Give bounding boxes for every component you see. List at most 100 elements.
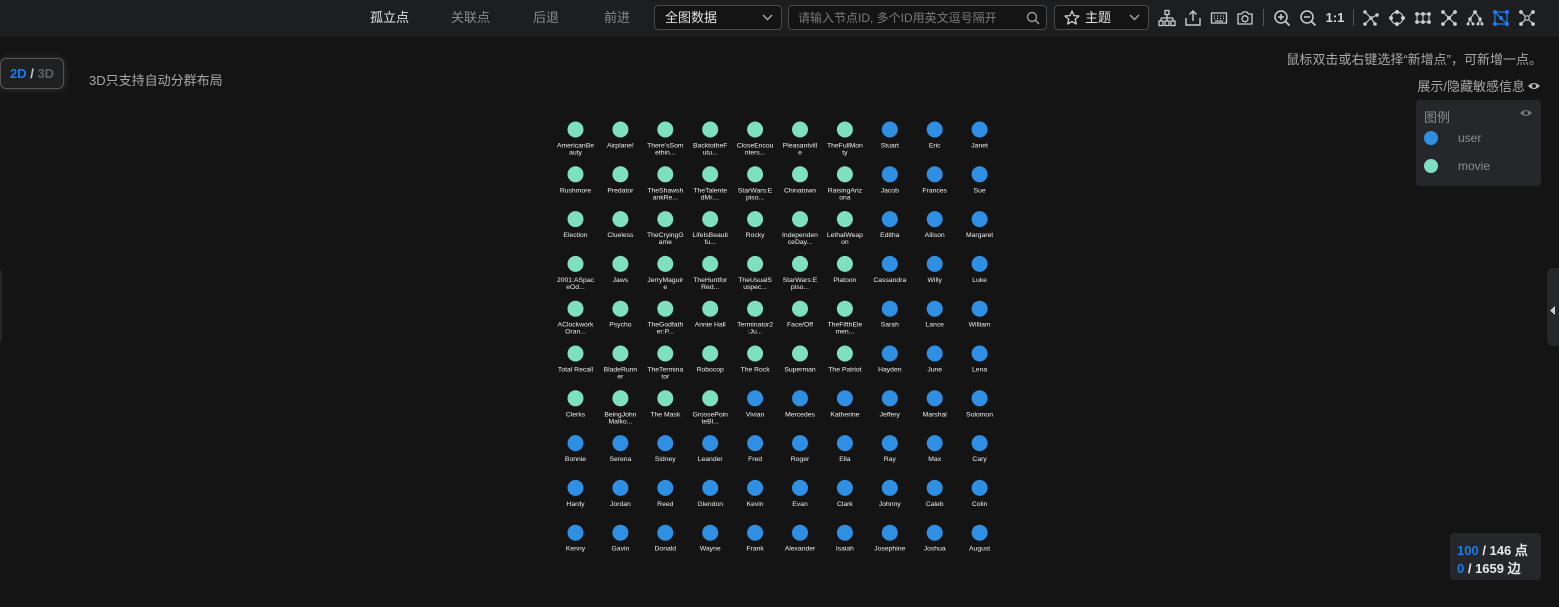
graph-node-user[interactable]: Stuart: [881, 121, 899, 150]
node-circle[interactable]: [836, 435, 853, 452]
graph-node-user[interactable]: June: [926, 345, 943, 374]
graph-node-movie[interactable]: TheFifthElemen...: [828, 300, 863, 336]
graph-node-movie[interactable]: Clerks: [566, 390, 586, 418]
node-circle[interactable]: [612, 524, 629, 541]
graph-node-movie[interactable]: TheShawshankRe...: [647, 166, 683, 201]
node-circle[interactable]: [926, 479, 943, 496]
graph-node-user[interactable]: August: [969, 524, 990, 553]
keyboard-icon[interactable]: [1209, 8, 1229, 28]
node-circle[interactable]: [657, 390, 674, 407]
graph-node-movie[interactable]: JerryMaguire: [647, 255, 684, 291]
node-circle[interactable]: [567, 255, 584, 272]
graph-node-movie[interactable]: Election: [563, 211, 588, 239]
node-circle[interactable]: [926, 390, 943, 407]
node-circle[interactable]: [881, 390, 898, 407]
node-circle[interactable]: [702, 524, 719, 541]
layout-dagre-icon[interactable]: [1465, 8, 1485, 28]
graph-node-movie[interactable]: The Mask: [650, 390, 681, 418]
graph-node-movie[interactable]: Rushmore: [560, 166, 592, 194]
node-circle[interactable]: [747, 300, 764, 317]
node-circle[interactable]: [612, 479, 629, 496]
node-circle[interactable]: [612, 435, 629, 452]
graph-node-user[interactable]: Frances: [922, 166, 948, 194]
node-circle[interactable]: [881, 435, 898, 452]
node-circle[interactable]: [836, 121, 853, 138]
node-circle[interactable]: [702, 479, 719, 496]
graph-node-movie[interactable]: IndependenceDay...: [782, 211, 818, 246]
node-circle[interactable]: [971, 345, 988, 362]
node-circle[interactable]: [747, 166, 764, 183]
dimension-3d-option[interactable]: 3D: [37, 66, 54, 81]
node-circle[interactable]: [702, 435, 719, 452]
node-circle[interactable]: [747, 435, 764, 452]
node-circle[interactable]: [702, 255, 719, 272]
graph-node-movie[interactable]: TheUsualSuspec...: [738, 255, 772, 291]
node-circle[interactable]: [657, 255, 674, 272]
node-circle[interactable]: [881, 255, 898, 272]
graph-node-movie[interactable]: TheHuntforRed...: [693, 255, 728, 291]
node-circle[interactable]: [792, 211, 808, 228]
node-circle[interactable]: [747, 345, 764, 362]
graph-canvas[interactable]: AmericanBeauty Airplane! There'sSomethin..…: [0, 0, 1559, 607]
graph-node-user[interactable]: Joshua: [924, 524, 946, 553]
node-circle[interactable]: [567, 435, 584, 452]
graph-node-user[interactable]: Bonnie: [565, 435, 586, 463]
graph-node-movie[interactable]: Terminator2:Ju...: [737, 300, 773, 336]
node-circle[interactable]: [657, 479, 674, 496]
node-circle[interactable]: [926, 345, 943, 362]
graph-node-user[interactable]: Hardy: [566, 479, 585, 508]
node-circle[interactable]: [702, 345, 719, 362]
graph-node-movie[interactable]: Psycho: [609, 300, 632, 329]
graph-node-movie[interactable]: The Patriot: [828, 345, 862, 374]
node-circle[interactable]: [567, 166, 584, 183]
node-circle[interactable]: [926, 211, 943, 228]
node-circle[interactable]: [792, 524, 808, 541]
node-circle[interactable]: [926, 255, 943, 272]
node-circle[interactable]: [836, 524, 853, 541]
graph-node-user[interactable]: Wayne: [700, 524, 721, 553]
node-circle[interactable]: [926, 435, 943, 452]
graph-node-user[interactable]: Sarah: [881, 300, 899, 329]
layout-cluster-icon[interactable]: [1491, 8, 1511, 28]
graph-node-user[interactable]: Max: [926, 435, 943, 463]
graph-node-user[interactable]: Sue: [971, 166, 988, 194]
node-circle[interactable]: [792, 479, 808, 496]
graph-node-user[interactable]: Cassandra: [873, 255, 906, 284]
node-circle[interactable]: [612, 121, 629, 138]
node-circle[interactable]: [971, 166, 988, 183]
node-circle[interactable]: [657, 435, 674, 452]
back-button[interactable]: 后退: [533, 0, 559, 37]
node-circle[interactable]: [926, 524, 943, 541]
layout-circular-icon[interactable]: [1387, 8, 1407, 28]
node-circle[interactable]: [702, 300, 719, 317]
node-circle[interactable]: [567, 390, 584, 407]
camera-icon[interactable]: [1235, 8, 1255, 28]
node-circle[interactable]: [836, 255, 853, 272]
graph-node-user[interactable]: Frank: [746, 524, 764, 553]
graph-node-user[interactable]: Kevin: [747, 479, 764, 508]
graph-node-user[interactable]: Serena: [609, 435, 632, 463]
node-circle[interactable]: [881, 121, 898, 138]
graph-node-movie[interactable]: The Rock: [741, 345, 771, 374]
node-circle[interactable]: [836, 390, 853, 407]
node-circle[interactable]: [657, 211, 674, 228]
graph-node-movie[interactable]: Clueless: [607, 211, 634, 239]
left-panel-handle[interactable]: [0, 270, 2, 342]
graph-node-movie[interactable]: TheFullMonty: [827, 121, 863, 157]
graph-node-movie[interactable]: TheTerminator: [647, 345, 683, 381]
graph-node-user[interactable]: Cary: [971, 435, 988, 463]
node-circle[interactable]: [612, 255, 629, 272]
node-circle[interactable]: [747, 255, 764, 272]
layout-radial-icon[interactable]: [1517, 8, 1537, 28]
graph-node-user[interactable]: Isaiah: [836, 524, 854, 553]
graph-node-movie[interactable]: Total Recall: [558, 345, 594, 374]
node-circle[interactable]: [657, 166, 674, 183]
node-circle[interactable]: [657, 121, 674, 138]
layout-tree-icon[interactable]: [1361, 8, 1381, 28]
graph-node-user[interactable]: Jacob: [881, 166, 899, 194]
graph-node-user[interactable]: Jordan: [610, 479, 631, 508]
tab-isolated-nodes[interactable]: 孤立点: [370, 0, 409, 37]
node-circle[interactable]: [567, 524, 584, 541]
node-circle[interactable]: [836, 479, 853, 496]
node-circle[interactable]: [881, 300, 898, 317]
